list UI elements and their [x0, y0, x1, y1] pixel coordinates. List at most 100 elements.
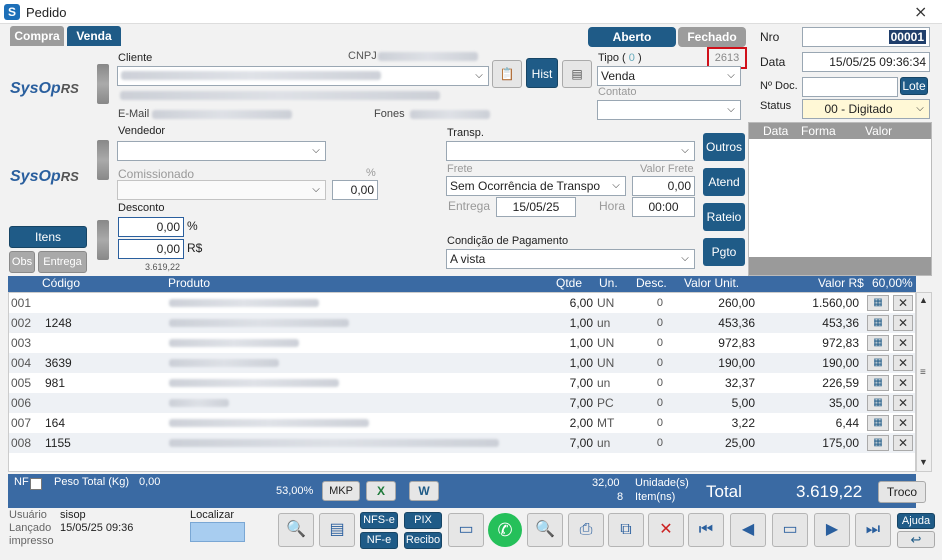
row-delete-icon[interactable]: ✕ — [893, 435, 913, 451]
type-select[interactable]: Venda ⌵ — [597, 66, 741, 86]
row-edit-icon[interactable]: ▦ — [867, 315, 889, 331]
row-edit-icon[interactable]: ▦ — [867, 395, 889, 411]
recibo-button[interactable]: Recibo — [404, 532, 442, 549]
freight-type-select[interactable]: Sem Ocorrência de Transpo ⌵ — [446, 176, 626, 196]
col-valor-rs: Valor R$ — [818, 276, 864, 290]
previous-record-icon[interactable]: ◀ — [730, 513, 766, 547]
copy-icon[interactable]: ⧉ — [608, 513, 644, 547]
drag-handle-vendor[interactable] — [97, 140, 109, 180]
row-edit-icon[interactable]: ▦ — [867, 435, 889, 451]
table-row[interactable]: 007 164 2,00 MT 0 3,22 6,44 ▦ ✕ — [9, 413, 915, 433]
row-code: 1155 — [45, 436, 71, 450]
row-discount: 0 — [656, 377, 663, 389]
new-record-icon[interactable]: ▭ — [772, 513, 808, 547]
atend-button[interactable]: Atend — [703, 168, 745, 196]
client-select[interactable]: ⌵ — [117, 66, 489, 86]
search-input[interactable] — [190, 522, 245, 542]
payment-card-icon[interactable]: ▭ — [448, 513, 484, 547]
mkp-button[interactable]: MKP — [322, 481, 360, 501]
excel-icon[interactable]: X — [366, 481, 396, 501]
status-select[interactable]: 00 - Digitado ⌵ — [802, 99, 930, 119]
row-product-redacted — [169, 299, 319, 307]
scroll-up-icon[interactable]: ▲ — [919, 295, 928, 305]
row-edit-icon[interactable]: ▦ — [867, 375, 889, 391]
row-delete-icon[interactable]: ✕ — [893, 375, 913, 391]
doc-field[interactable] — [802, 77, 898, 97]
window-title: Pedido — [26, 5, 67, 20]
rateio-button[interactable]: Rateio — [703, 203, 745, 231]
commission-select[interactable]: ⌵ — [117, 180, 326, 200]
row-delete-icon[interactable]: ✕ — [893, 315, 913, 331]
entrega-button[interactable]: Entrega — [38, 251, 87, 273]
printer-icon[interactable]: ⎙ — [568, 513, 604, 547]
tab-venda[interactable]: Venda — [67, 26, 121, 46]
obs-button[interactable]: Obs — [9, 251, 35, 273]
commission-percent-field[interactable]: 0,00 — [332, 180, 378, 200]
row-delete-icon[interactable]: ✕ — [893, 355, 913, 371]
payments-header: Data Forma Valor — [749, 123, 931, 139]
lote-button[interactable]: Lote — [900, 77, 928, 95]
row-edit-icon[interactable]: ▦ — [867, 355, 889, 371]
freight-value-field[interactable]: 0,00 — [632, 176, 695, 196]
table-row[interactable]: 005 981 7,00 un 0 32,37 226,59 ▦ ✕ — [9, 373, 915, 393]
pgto-button[interactable]: Pgto — [703, 238, 745, 266]
items-button[interactable]: Itens — [9, 226, 87, 248]
last-record-icon[interactable]: ⏭ — [855, 513, 891, 547]
drag-handle-client[interactable] — [97, 64, 109, 104]
drag-handle-discount[interactable] — [97, 220, 109, 260]
outros-button[interactable]: Outros — [703, 133, 745, 161]
payment-condition-select[interactable]: A vista ⌵ — [446, 249, 695, 269]
row-number: 007 — [11, 416, 32, 430]
tab-fechado[interactable]: Fechado — [678, 27, 746, 47]
row-delete-icon[interactable]: ✕ — [893, 335, 913, 351]
first-record-icon[interactable]: ⏮ — [688, 513, 724, 547]
table-row[interactable]: 003 1,00 UN 0 972,83 972,83 ▦ ✕ — [9, 333, 915, 353]
order-number-field[interactable]: 00001 — [802, 27, 930, 47]
print-preview-icon[interactable]: 🔍 — [527, 513, 563, 547]
row-delete-icon[interactable]: ✕ — [893, 415, 913, 431]
help-button[interactable]: Ajuda — [897, 513, 935, 529]
scroll-down-icon[interactable]: ▼ — [919, 457, 928, 467]
nf-checkbox[interactable] — [30, 478, 42, 490]
vendor-select[interactable]: ⌵ — [117, 141, 326, 161]
next-record-icon[interactable]: ▶ — [814, 513, 850, 547]
table-row[interactable]: 008 1155 7,00 un 0 25,00 175,00 ▦ ✕ — [9, 433, 915, 453]
undo-icon[interactable]: ↩ — [897, 531, 935, 548]
scroll-thumb-icon[interactable]: ≡ — [920, 367, 926, 378]
card-icon[interactable]: ▤ — [562, 60, 592, 88]
nfse-button[interactable]: NFS-e — [360, 512, 398, 529]
tab-aberto[interactable]: Aberto — [588, 27, 676, 47]
row-delete-icon[interactable]: ✕ — [893, 295, 913, 311]
close-icon[interactable]: ⨯ — [914, 2, 927, 22]
delete-icon[interactable]: ✕ — [648, 513, 684, 547]
nfe-button[interactable]: NF-e — [360, 532, 398, 549]
word-icon[interactable]: W — [409, 481, 439, 501]
table-row[interactable]: 001 6,00 UN 0 260,00 1.560,00 ▦ ✕ — [9, 293, 915, 313]
launched-value: 15/05/25 09:36 — [60, 522, 134, 534]
table-row[interactable]: 002 1248 1,00 un 0 453,36 453,36 ▦ ✕ — [9, 313, 915, 333]
hist-button[interactable]: Hist — [526, 58, 558, 88]
whatsapp-icon[interactable]: ✆ — [488, 513, 522, 547]
delivery-date-field[interactable]: 15/05/25 — [496, 197, 576, 217]
list-icon[interactable]: ▤ — [319, 513, 355, 547]
tab-compra[interactable]: Compra — [10, 26, 64, 46]
row-edit-icon[interactable]: ▦ — [867, 415, 889, 431]
preview-icon[interactable]: 🔍 — [278, 513, 314, 547]
row-number: 004 — [11, 356, 32, 370]
transp-select[interactable]: ⌵ — [446, 141, 695, 161]
row-qty: 7,00 — [569, 376, 593, 390]
contact-select[interactable]: ⌵ — [597, 100, 741, 120]
row-edit-icon[interactable]: ▦ — [867, 295, 889, 311]
row-delete-icon[interactable]: ✕ — [893, 395, 913, 411]
items-scrollbar[interactable]: ▲ ≡ ▼ — [916, 292, 932, 472]
table-row[interactable]: 006 7,00 PC 0 5,00 35,00 ▦ ✕ — [9, 393, 915, 413]
troco-button[interactable]: Troco — [878, 481, 926, 503]
table-row[interactable]: 004 3639 1,00 UN 0 190,00 190,00 ▦ ✕ — [9, 353, 915, 373]
row-edit-icon[interactable]: ▦ — [867, 335, 889, 351]
discount-value-field[interactable]: 0,00 — [118, 239, 184, 259]
clipboard-icon[interactable]: 📋 — [492, 60, 522, 88]
date-field[interactable]: 15/05/25 09:36:34 — [802, 52, 930, 72]
pix-button[interactable]: PIX — [404, 512, 442, 529]
discount-percent-field[interactable]: 0,00 — [118, 217, 184, 237]
delivery-time-field[interactable]: 00:00 — [632, 197, 695, 217]
